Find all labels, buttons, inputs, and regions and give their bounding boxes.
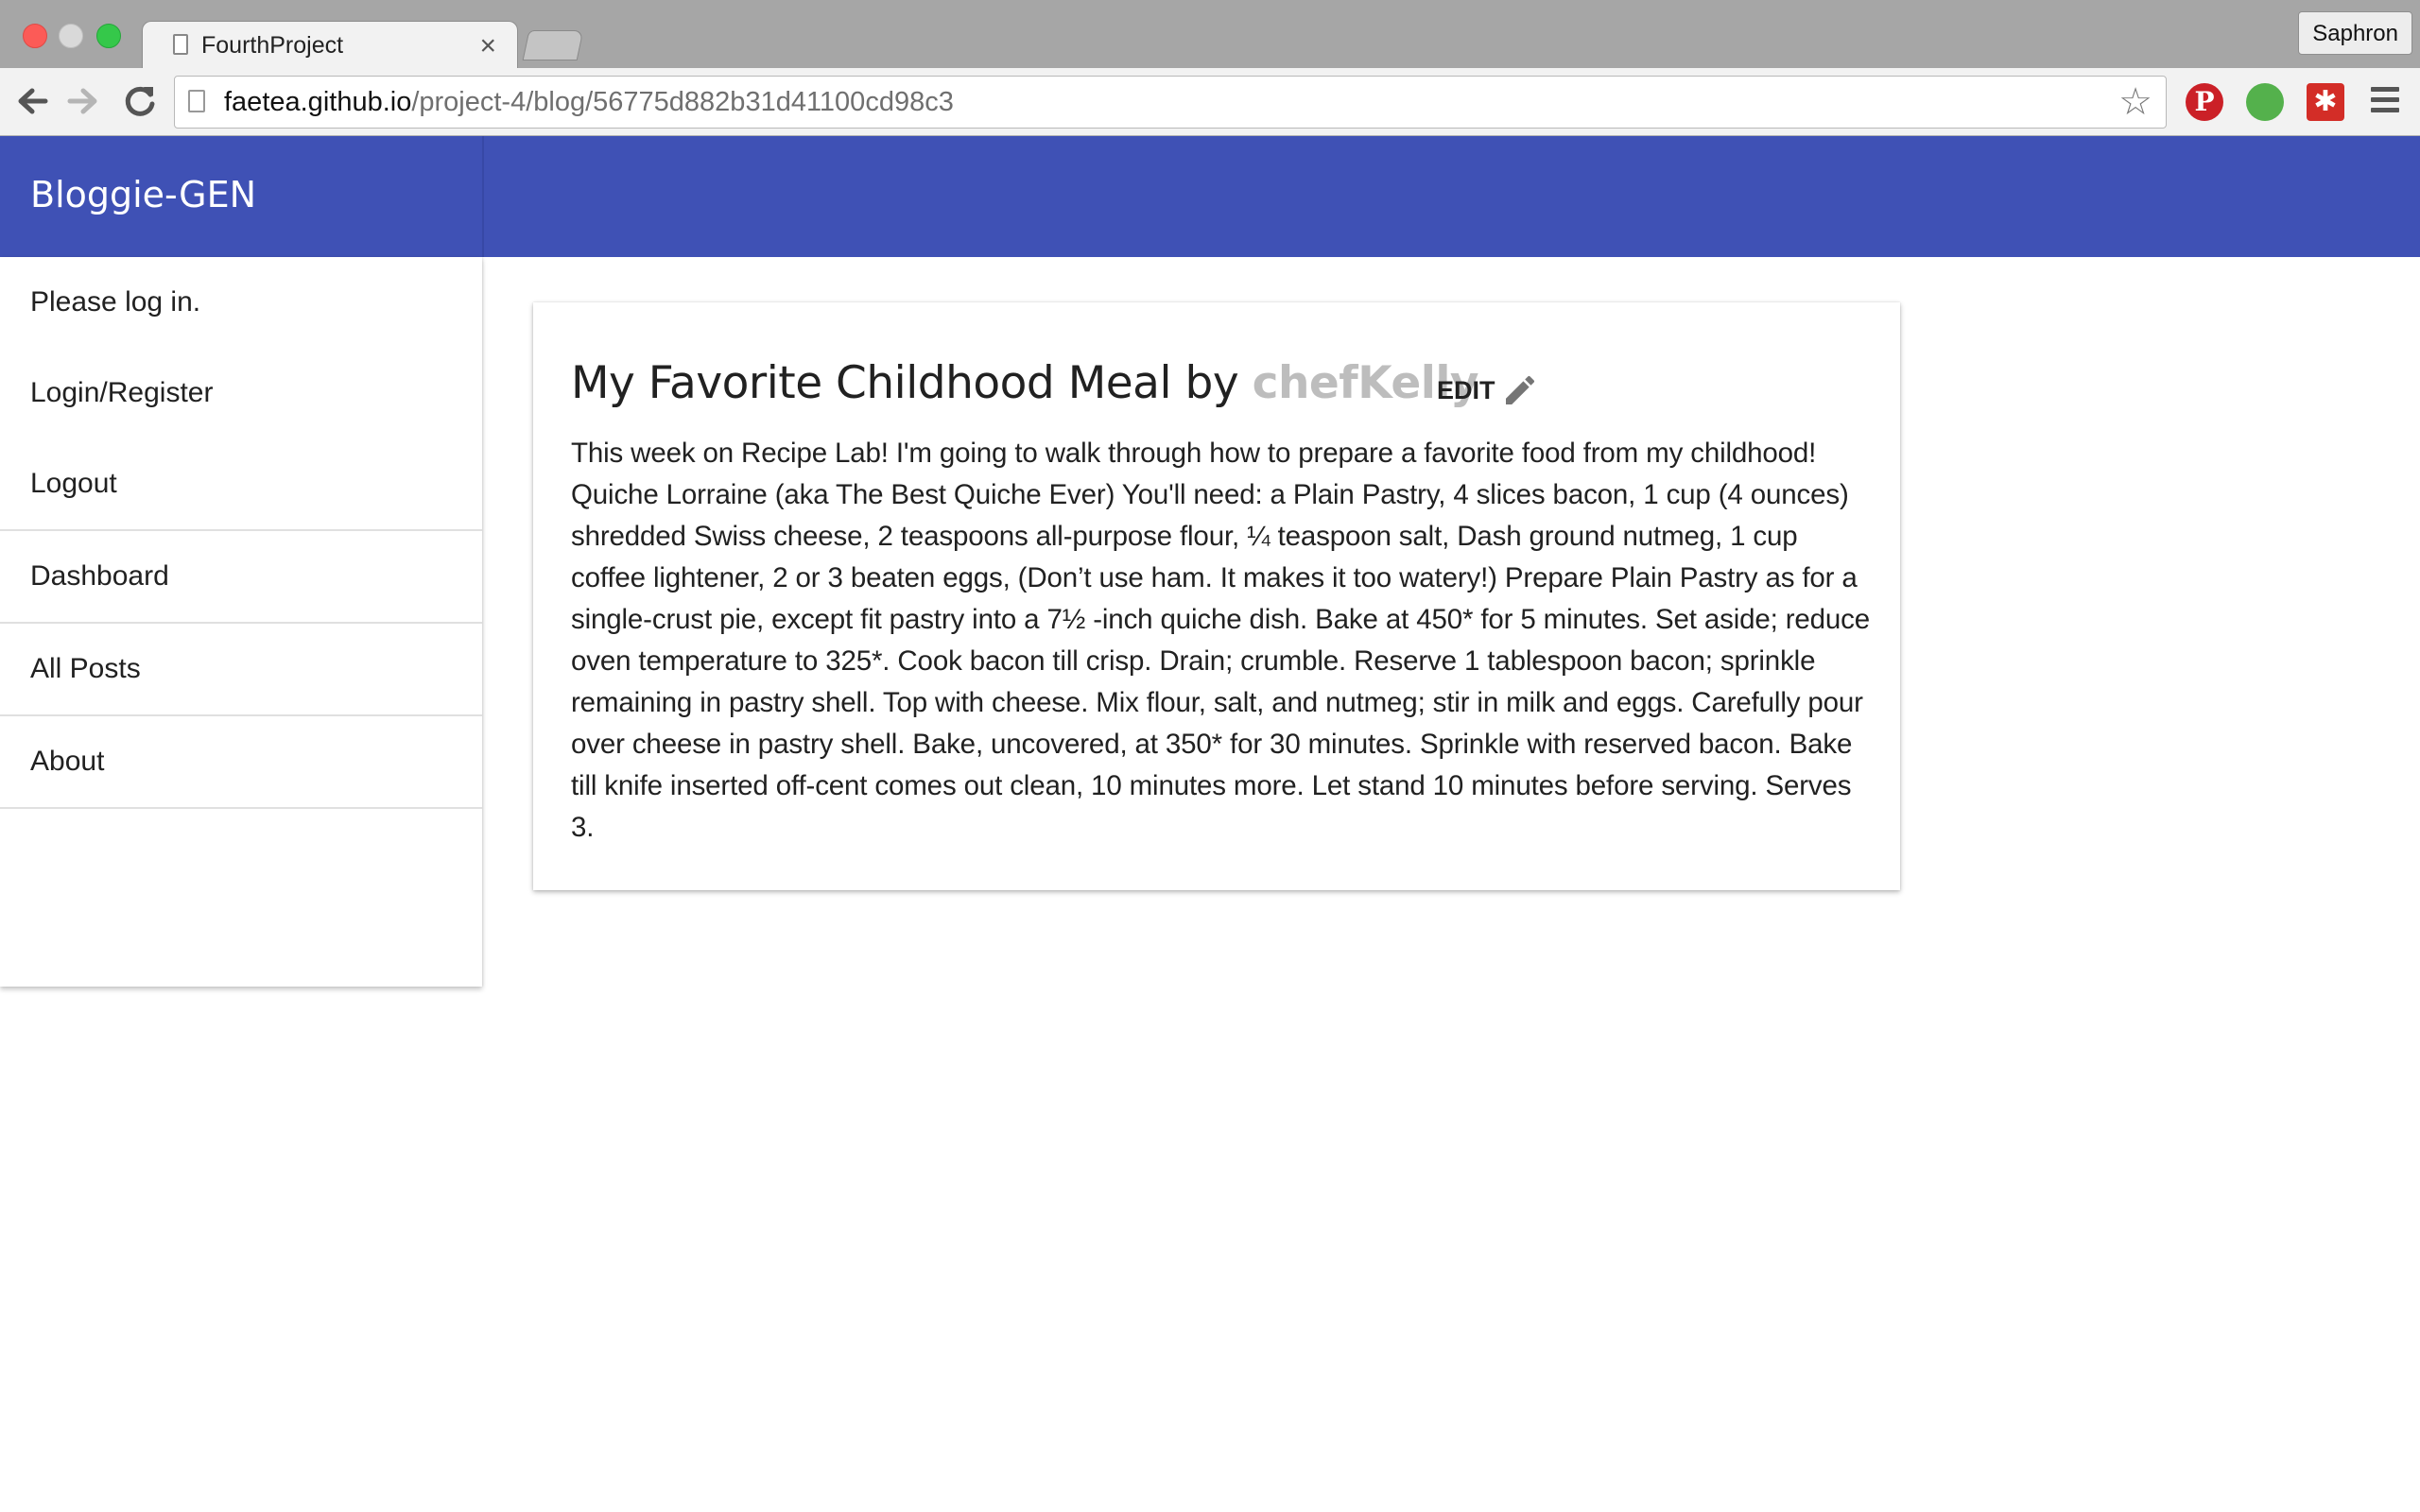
close-window-button[interactable] bbox=[23, 24, 47, 48]
app-bar: Bloggie-GEN bbox=[0, 136, 2420, 257]
appbar-divider bbox=[482, 136, 484, 257]
star-icon[interactable]: ☆ bbox=[2118, 80, 2152, 124]
menu-icon[interactable] bbox=[2371, 87, 2399, 113]
pinterest-icon[interactable]: P bbox=[2186, 83, 2223, 121]
nav-item-logout[interactable]: Logout bbox=[0, 438, 482, 529]
profile-button[interactable]: Saphron bbox=[2298, 11, 2412, 55]
back-icon[interactable] bbox=[15, 79, 49, 133]
browser-toolbar: faetea.github.io/project-4/blog/56775d88… bbox=[0, 68, 2420, 136]
zoom-window-button[interactable] bbox=[96, 24, 121, 48]
page-icon bbox=[188, 90, 205, 112]
evernote-icon[interactable] bbox=[2246, 83, 2284, 121]
nav-item-about[interactable]: About bbox=[0, 716, 482, 807]
login-status-text: Please log in. bbox=[30, 286, 201, 318]
page-icon bbox=[173, 34, 188, 55]
close-tab-icon[interactable]: × bbox=[479, 27, 496, 65]
minimize-window-button[interactable] bbox=[59, 24, 83, 48]
divider bbox=[0, 807, 482, 809]
nav-item-dashboard[interactable]: Dashboard bbox=[0, 531, 482, 622]
nav-item-all-posts[interactable]: All Posts bbox=[0, 624, 482, 714]
post-title: My Favorite Childhood Meal by chefKelly bbox=[571, 357, 1479, 409]
reload-icon[interactable] bbox=[121, 79, 159, 133]
post-body: This week on Recipe Lab! I'm going to wa… bbox=[571, 438, 1871, 843]
pencil-icon bbox=[1505, 375, 1534, 404]
edit-button[interactable]: EDIT bbox=[1437, 369, 1539, 412]
url-text[interactable]: faetea.github.io/project-4/blog/56775d88… bbox=[224, 86, 954, 118]
app-brand[interactable]: Bloggie-GEN bbox=[30, 174, 256, 215]
new-tab-button[interactable] bbox=[522, 30, 584, 60]
address-bar[interactable]: faetea.github.io/project-4/blog/56775d88… bbox=[174, 76, 2167, 129]
tab-title: FourthProject bbox=[201, 32, 344, 59]
post-card: My Favorite Childhood Meal by chefKelly … bbox=[533, 302, 1900, 890]
browser-tab-strip: FourthProject × Saphron bbox=[0, 0, 2420, 68]
forward-icon[interactable] bbox=[66, 79, 100, 133]
lastpass-icon[interactable]: ✱ bbox=[2307, 83, 2344, 121]
nav-drawer: Please log in. Login/Register Logout Das… bbox=[0, 257, 482, 987]
nav-item-login-register[interactable]: Login/Register bbox=[0, 348, 482, 438]
edit-label: EDIT bbox=[1437, 375, 1495, 404]
browser-tab[interactable]: FourthProject × bbox=[142, 21, 518, 68]
